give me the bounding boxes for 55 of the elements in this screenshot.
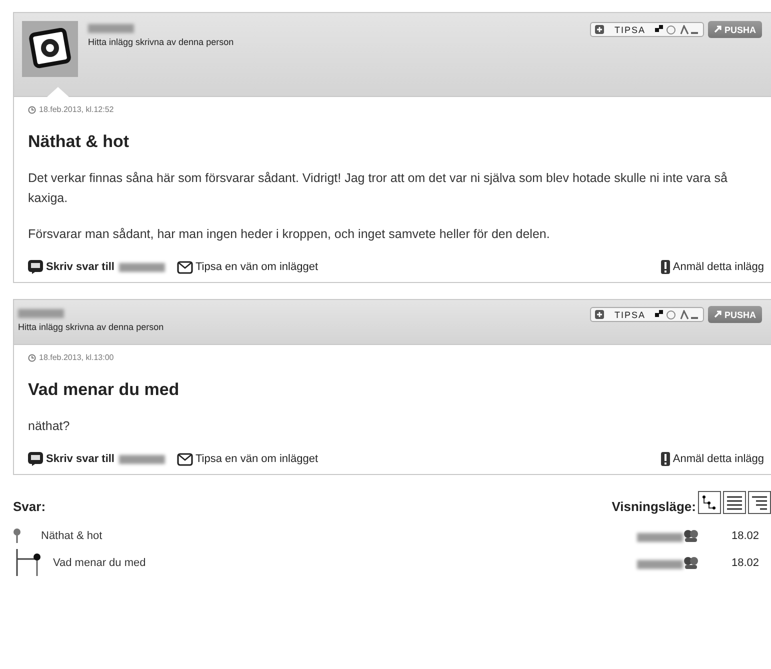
post-text: Det verkar finnas såna här som försvarar sådant. Vidrigt! Jag tror att om det var ni själva som blev hotade skulle ni inte vara så kaxiga.	[28, 170, 728, 207]
find-posts-link[interactable]: Hitta inlägg skrivna av denna person	[88, 37, 580, 47]
clock-icon	[28, 354, 36, 362]
push-button[interactable]: PUSHA	[708, 21, 762, 38]
arrow-icon	[714, 24, 722, 32]
blurred-username	[637, 532, 683, 542]
post-date: 18.feb.2013, kl.12:52	[28, 105, 764, 114]
tree-view-icon	[701, 494, 718, 511]
report-link[interactable]: Anmäl detta inlägg	[660, 260, 764, 274]
header-notch	[47, 87, 69, 97]
list-icon	[726, 495, 743, 510]
share-icons	[655, 24, 700, 34]
tip-friend-link[interactable]: Tipsa en vän om inlägget	[176, 260, 318, 274]
post-text: näthat?	[28, 418, 71, 435]
post-text: Försvarar man sådant, har man ingen heder i kroppen, och inget samvete heller för den delen.	[28, 226, 551, 243]
plus-icon	[595, 25, 604, 34]
envelope-icon	[176, 260, 192, 274]
share-icons	[655, 310, 700, 320]
envelope-icon	[176, 452, 192, 466]
reply-link[interactable]: Skriv svar till	[28, 260, 114, 274]
report-link[interactable]: Anmäl detta inlägg	[660, 452, 764, 466]
plus-icon	[595, 310, 604, 319]
post-title: Näthat & hot	[28, 132, 130, 152]
list-view-button[interactable]	[723, 491, 746, 514]
view-mode-label: Visningsläge:	[612, 499, 696, 514]
replies-heading: Svar:	[13, 499, 46, 514]
clock-icon	[28, 106, 36, 114]
speech-bubble-icon	[28, 452, 43, 466]
indented-list-icon	[751, 495, 768, 510]
exclamation-icon	[660, 260, 670, 274]
arrow-icon	[714, 310, 722, 318]
tip-button[interactable]: TIPSA	[590, 307, 704, 322]
blurred-username	[88, 24, 134, 33]
blurred-username	[118, 262, 164, 272]
post-date: 18.feb.2013, kl.13:00	[28, 353, 764, 362]
post-title: Vad menar du med	[28, 380, 180, 400]
reply-link[interactable]: Näthat & hot	[41, 530, 559, 542]
reply-link[interactable]: Vad menar du med	[53, 556, 559, 568]
reply-date: 18.02	[730, 556, 759, 568]
tree-view-button[interactable]	[698, 491, 721, 514]
reply-link[interactable]: Skriv svar till	[28, 452, 114, 466]
people-icon	[683, 530, 699, 542]
find-posts-link[interactable]: Hitta inlägg skrivna av denna person	[18, 322, 580, 332]
indented-view-button[interactable]	[748, 491, 771, 514]
reply-date: 18.02	[730, 530, 759, 542]
people-icon	[683, 556, 699, 568]
speech-bubble-icon	[28, 260, 43, 274]
blurred-username	[118, 454, 164, 464]
tree-node-icon	[13, 528, 21, 543]
tip-button[interactable]: TIPSA	[590, 22, 704, 37]
blurred-username	[18, 309, 64, 318]
exclamation-icon	[660, 452, 670, 466]
tip-friend-link[interactable]: Tipsa en vän om inlägget	[176, 452, 318, 466]
blurred-username	[637, 560, 683, 568]
push-button[interactable]: PUSHA	[708, 306, 762, 323]
